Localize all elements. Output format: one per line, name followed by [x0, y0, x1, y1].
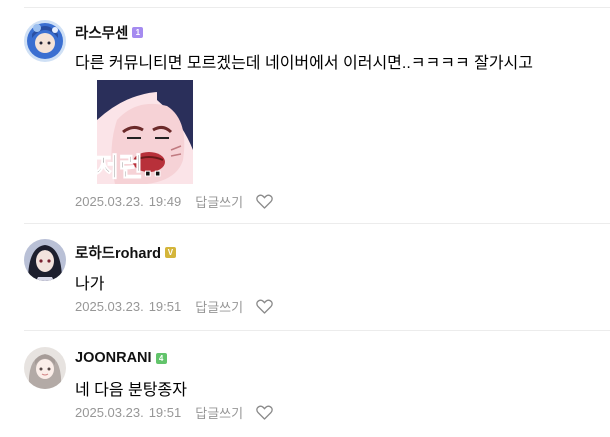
sticker-caption: 저런..	[97, 153, 163, 183]
comment-meta: 2025.03.23. 19:51 답글쓰기	[75, 297, 273, 315]
comment-item: JOONRANI 4 네 다음 분탕종자 2025.03.23. 19:51 답…	[0, 331, 610, 437]
comment-text: 네 다음 분탕종자	[75, 382, 187, 399]
like-heart-icon[interactable]	[256, 298, 273, 315]
reply-button[interactable]: 답글쓰기	[195, 297, 243, 316]
comment-meta: 2025.03.23. 19:49 답글쓰기	[75, 192, 273, 210]
avatar[interactable]	[24, 20, 66, 62]
comment-date: 2025.03.23.	[75, 193, 144, 209]
reply-button[interactable]: 답글쓰기	[195, 192, 243, 211]
comment-author-name[interactable]: JOONRANI	[75, 350, 152, 366]
comment-author-name[interactable]: 라스무센	[75, 22, 128, 43]
comment-date: 2025.03.23.	[75, 404, 144, 420]
member-level-badge: V	[164, 246, 176, 258]
comment-item: 라스무센 1 다른 커뮤니티면 모르겠는데 네이버에서 이러시면..ㅋㅋㅋㅋ 잘…	[0, 0, 610, 210]
comment-meta: 2025.03.23. 19:51 답글쓰기	[75, 403, 273, 421]
comment-author-row: JOONRANI 4	[75, 348, 167, 368]
member-level-badge: 4	[155, 352, 167, 364]
like-heart-icon[interactable]	[256, 193, 273, 210]
comment-item: 로하드rohard V 나가 2025.03.23. 19:51 답글쓰기	[0, 224, 610, 330]
comment-time: 19:51	[148, 404, 182, 420]
reply-button[interactable]: 답글쓰기	[195, 403, 243, 422]
comment-text: 나가	[75, 276, 105, 293]
avatar[interactable]	[24, 239, 66, 281]
comment-author-row: 라스무센 1	[75, 22, 144, 43]
like-heart-icon[interactable]	[256, 404, 273, 421]
avatar[interactable]	[24, 347, 66, 389]
sticker-image: 저런..	[97, 80, 193, 184]
comment-text: 다른 커뮤니티면 모르겠는데 네이버에서 이러시면..ㅋㅋㅋㅋ 잘가시고	[75, 55, 533, 72]
comment-date: 2025.03.23.	[75, 298, 144, 314]
comment-author-name[interactable]: 로하드rohard	[75, 242, 161, 263]
member-level-badge: 1	[132, 26, 144, 38]
comment-time: 19:51	[148, 298, 182, 314]
comment-author-row: 로하드rohard V	[75, 242, 176, 262]
comment-time: 19:49	[148, 193, 182, 209]
